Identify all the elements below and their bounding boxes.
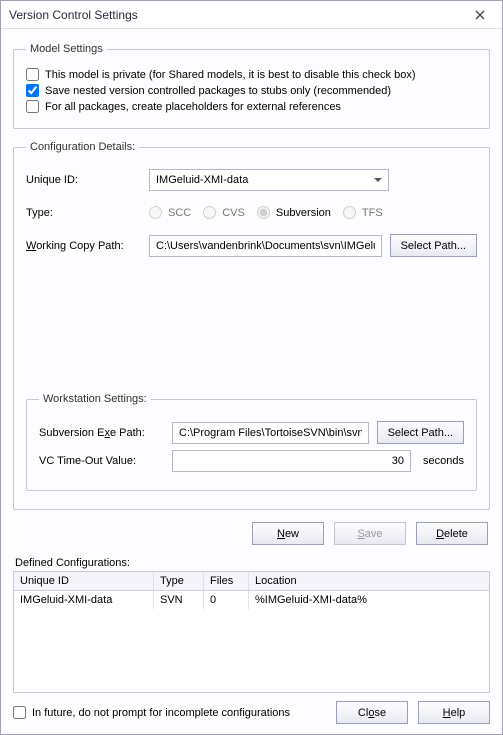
subversion-label: Subversion [276, 207, 331, 219]
timeout-input[interactable] [172, 450, 411, 472]
workstation-legend: Workstation Settings: [39, 393, 151, 405]
cell-loc: %IMGeluid-XMI-data% [249, 591, 489, 609]
scc-radio[interactable] [149, 206, 162, 219]
exe-path-input[interactable] [172, 422, 369, 444]
bottom-bar: In future, do not prompt for incomplete … [13, 693, 490, 724]
col-unique-id[interactable]: Unique ID [14, 572, 154, 590]
workstation-settings-group: Workstation Settings: Subversion Exe Pat… [26, 393, 477, 491]
cell-files: 0 [204, 591, 249, 609]
col-type[interactable]: Type [154, 572, 204, 590]
col-location[interactable]: Location [249, 572, 489, 590]
close-button[interactable]: Close [336, 701, 408, 724]
window-title: Version Control Settings [9, 8, 138, 22]
scc-label: SCC [168, 207, 191, 219]
timeout-label: VC Time-Out Value: [39, 455, 164, 467]
defined-configs-table[interactable]: Unique ID Type Files Location IMGeluid-X… [13, 571, 490, 693]
unique-id-dropdown[interactable]: IMGeluid-XMI-data [149, 169, 389, 191]
timeout-unit: seconds [423, 455, 464, 467]
help-button[interactable]: Help [418, 701, 490, 724]
placeholders-label: For all packages, create placeholders fo… [45, 101, 341, 113]
model-settings-group: Model Settings This model is private (fo… [13, 43, 490, 129]
cvs-radio[interactable] [203, 206, 216, 219]
unique-id-value: IMGeluid-XMI-data [156, 174, 248, 186]
working-copy-label: Working Copy Path: [26, 240, 141, 252]
cell-id: IMGeluid-XMI-data [14, 591, 154, 609]
exe-select-path-button[interactable]: Select Path... [377, 421, 464, 444]
new-button[interactable]: New [252, 522, 324, 545]
tfs-label: TFS [362, 207, 383, 219]
table-row[interactable]: IMGeluid-XMI-data SVN 0 %IMGeluid-XMI-da… [14, 591, 489, 609]
private-checkbox[interactable] [26, 68, 39, 81]
stubs-checkbox[interactable] [26, 84, 39, 97]
defined-configs-label: Defined Configurations: [15, 557, 490, 569]
dialog-window: Version Control Settings Model Settings … [0, 0, 503, 735]
type-label: Type: [26, 207, 141, 219]
cvs-label: CVS [222, 207, 245, 219]
delete-button[interactable]: Delete [416, 522, 488, 545]
dialog-body: Model Settings This model is private (fo… [1, 29, 502, 734]
exe-path-label: Subversion Exe Path: [39, 427, 164, 439]
placeholders-checkbox[interactable] [26, 100, 39, 113]
col-files[interactable]: Files [204, 572, 249, 590]
config-details-legend: Configuration Details: [26, 141, 139, 153]
model-settings-legend: Model Settings [26, 43, 107, 55]
private-label: This model is private (for Shared models… [45, 69, 416, 81]
future-checkbox[interactable] [13, 706, 26, 719]
working-copy-input[interactable] [149, 235, 382, 257]
titlebar: Version Control Settings [1, 1, 502, 29]
subversion-radio[interactable] [257, 206, 270, 219]
type-radio-group: SCC CVS Subversion TFS [149, 203, 477, 222]
unique-id-label: Unique ID: [26, 174, 141, 186]
table-header: Unique ID Type Files Location [14, 572, 489, 591]
working-copy-select-path-button[interactable]: Select Path... [390, 234, 477, 257]
close-icon[interactable] [466, 5, 494, 25]
stubs-label: Save nested version controlled packages … [45, 85, 391, 97]
config-details-group: Configuration Details: Unique ID: IMGelu… [13, 141, 490, 510]
save-button[interactable]: Save [334, 522, 406, 545]
action-buttons-row: New Save Delete [13, 522, 490, 545]
tfs-radio[interactable] [343, 206, 356, 219]
cell-type: SVN [154, 591, 204, 609]
future-label: In future, do not prompt for incomplete … [32, 707, 290, 719]
